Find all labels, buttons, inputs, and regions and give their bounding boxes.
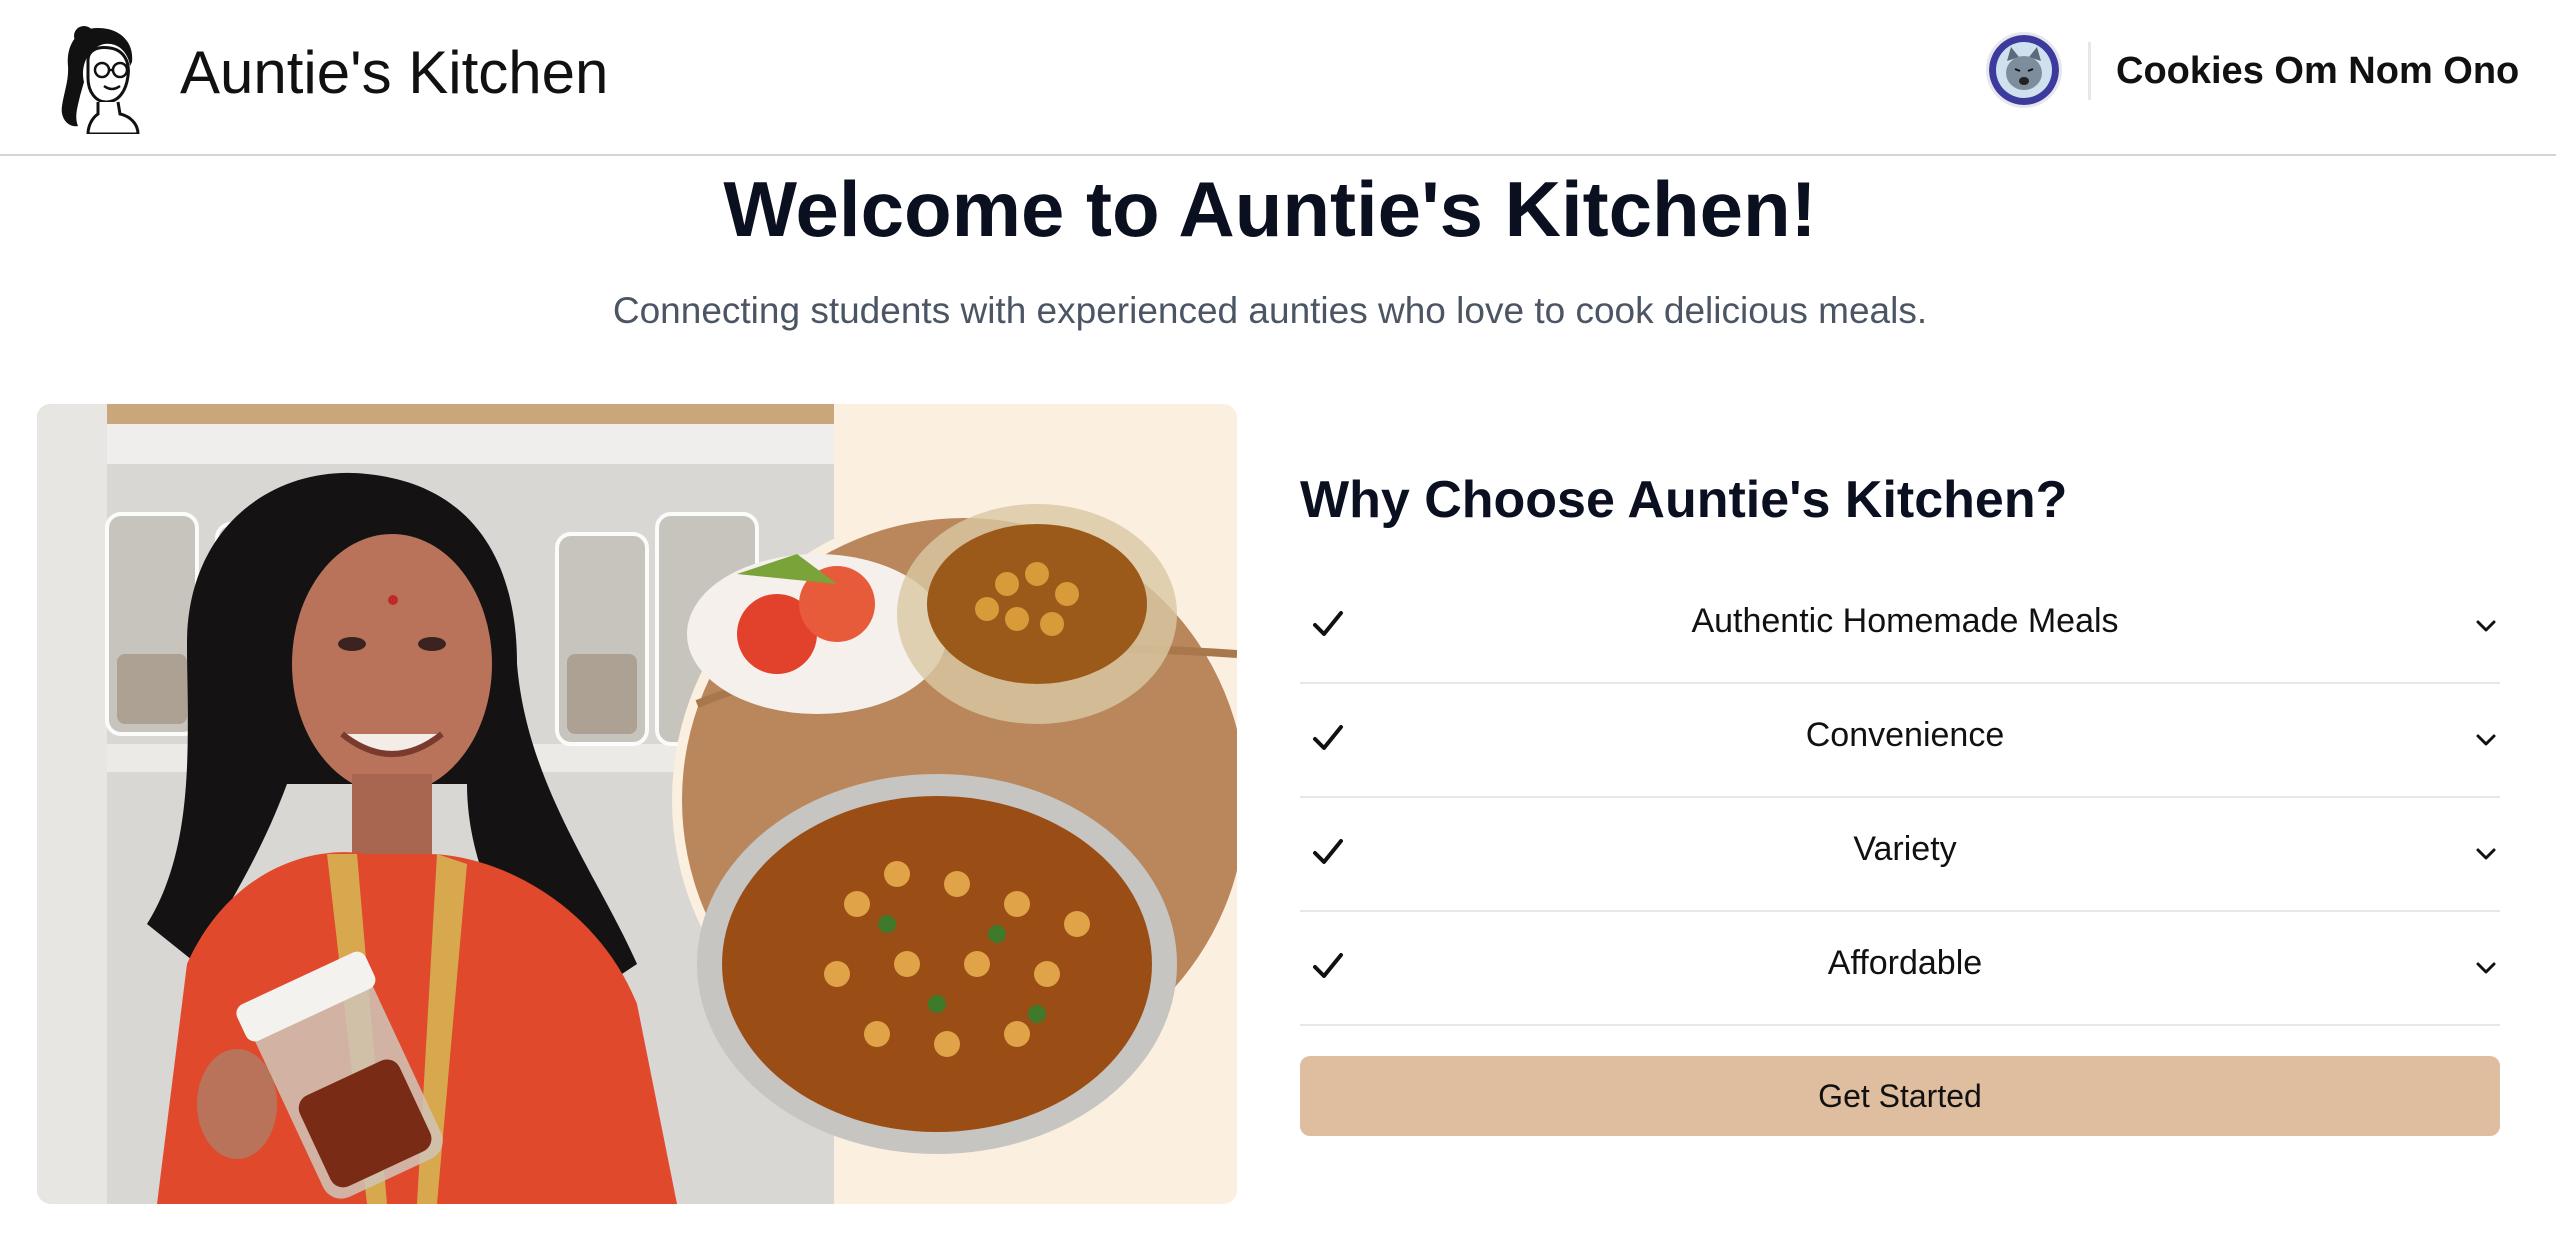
chevron-down-icon[interactable] <box>2472 954 2500 982</box>
feature-label: Affordable <box>1827 944 1983 982</box>
auntie-with-jar-and-chickpea-curry-photo <box>37 404 1237 1204</box>
feature-label: Variety <box>1853 830 1957 868</box>
chevron-down-icon[interactable] <box>2472 726 2500 754</box>
welcome-title: Welcome to Auntie's Kitchen! <box>723 165 1817 253</box>
chevron-down-icon[interactable] <box>2472 840 2500 868</box>
feature-label: Authentic Homemade Meals <box>1691 602 2119 640</box>
feature-item-convenience[interactable]: Convenience <box>1300 684 2500 798</box>
feature-accordion: Authentic Homemade Meals Convenience Var… <box>1300 570 2500 1026</box>
user-avatar-icon[interactable] <box>1986 32 2062 108</box>
why-choose-title: Why Choose Auntie's Kitchen? <box>1300 471 2068 529</box>
hero-image-panel <box>37 404 1237 1204</box>
feature-item-affordable[interactable]: Affordable <box>1300 912 2500 1026</box>
feature-item-variety[interactable]: Variety <box>1300 798 2500 912</box>
hero-subtitle: Connecting students with experienced aun… <box>612 290 1928 331</box>
top-navbar: Auntie's Kitchen Cookies Om Nom Ono <box>0 0 2556 156</box>
user-name[interactable]: Cookies Om Nom Ono <box>2116 50 2519 93</box>
feature-item-authentic-homemade-meals[interactable]: Authentic Homemade Meals <box>1300 570 2500 684</box>
chevron-down-icon[interactable] <box>2472 612 2500 640</box>
feature-label: Convenience <box>1805 716 2005 754</box>
get-started-button[interactable]: Get Started <box>1300 1056 2500 1136</box>
auntie-logo-icon[interactable] <box>58 22 148 136</box>
brand-title[interactable]: Auntie's Kitchen <box>180 38 608 107</box>
header-divider <box>2088 42 2091 100</box>
